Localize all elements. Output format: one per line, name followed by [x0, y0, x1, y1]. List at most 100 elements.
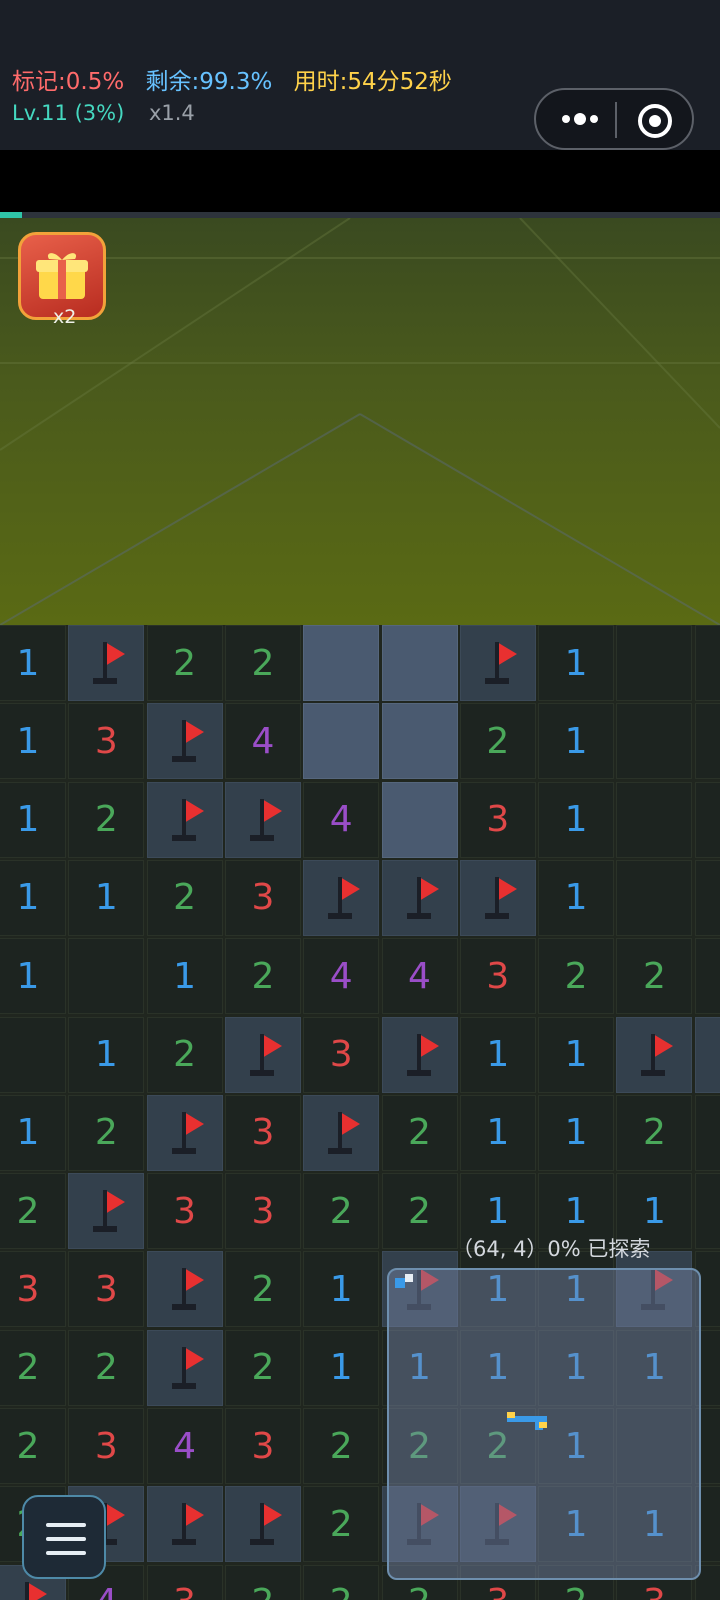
number-cell[interactable]: 3: [0, 1251, 66, 1328]
number-cell[interactable]: 3: [224, 1408, 301, 1484]
number-cell[interactable]: 1: [0, 781, 66, 858]
flagged-cell[interactable]: [303, 859, 380, 936]
hidden-cell[interactable]: [381, 625, 458, 701]
minimap[interactable]: [387, 1268, 701, 1580]
number-cell[interactable]: 2: [224, 1251, 301, 1328]
flagged-cell[interactable]: [146, 1251, 223, 1328]
number-cell[interactable]: 1: [303, 1329, 380, 1406]
number-cell[interactable]: 2: [381, 1094, 458, 1171]
number-cell[interactable]: 2: [224, 938, 301, 1015]
number-cell[interactable]: 2: [303, 1408, 380, 1484]
flagged-cell[interactable]: [381, 1016, 458, 1093]
number-cell[interactable]: 2: [616, 1094, 693, 1171]
number-cell[interactable]: 2: [616, 938, 693, 1015]
flagged-cell[interactable]: [224, 1486, 301, 1563]
empty-cell[interactable]: [694, 859, 720, 936]
number-cell[interactable]: 3: [146, 1173, 223, 1250]
number-cell[interactable]: 4: [381, 938, 458, 1015]
number-cell[interactable]: 1: [0, 703, 66, 780]
number-cell[interactable]: 2: [381, 1173, 458, 1250]
flagged-cell[interactable]: [694, 1016, 720, 1093]
number-cell[interactable]: 2: [68, 1329, 145, 1406]
empty-cell[interactable]: [694, 938, 720, 1015]
flagged-cell[interactable]: [146, 1329, 223, 1406]
empty-cell[interactable]: [616, 859, 693, 936]
flagged-cell[interactable]: [381, 859, 458, 936]
hidden-cell[interactable]: [381, 781, 458, 858]
number-cell[interactable]: 1: [538, 1094, 615, 1171]
menu-button[interactable]: [22, 1495, 106, 1579]
number-cell[interactable]: 1: [538, 625, 615, 701]
flagged-cell[interactable]: [303, 1094, 380, 1171]
empty-cell[interactable]: [616, 625, 693, 701]
number-cell[interactable]: 2: [0, 1329, 66, 1406]
number-cell[interactable]: 1: [0, 625, 66, 701]
hidden-cell[interactable]: [303, 703, 380, 780]
number-cell[interactable]: 1: [146, 938, 223, 1015]
flagged-cell[interactable]: [146, 1094, 223, 1171]
flagged-cell[interactable]: [146, 703, 223, 780]
number-cell[interactable]: 4: [303, 781, 380, 858]
empty-cell[interactable]: [616, 781, 693, 858]
number-cell[interactable]: 3: [68, 1251, 145, 1328]
flagged-cell[interactable]: [146, 1486, 223, 1563]
number-cell[interactable]: 1: [459, 1094, 536, 1171]
number-cell[interactable]: 3: [68, 1408, 145, 1484]
number-cell[interactable]: 3: [224, 1173, 301, 1250]
number-cell[interactable]: 1: [303, 1251, 380, 1328]
flagged-cell[interactable]: [616, 1016, 693, 1093]
empty-cell[interactable]: [616, 703, 693, 780]
number-cell[interactable]: 2: [224, 1329, 301, 1406]
number-cell[interactable]: 2: [459, 703, 536, 780]
number-cell[interactable]: 2: [68, 1094, 145, 1171]
number-cell[interactable]: 2: [146, 625, 223, 701]
number-cell[interactable]: 1: [538, 703, 615, 780]
empty-cell[interactable]: [694, 781, 720, 858]
flagged-cell[interactable]: [68, 1173, 145, 1250]
number-cell[interactable]: 4: [303, 938, 380, 1015]
hidden-cell[interactable]: [381, 703, 458, 780]
flagged-cell[interactable]: [68, 625, 145, 701]
number-cell[interactable]: 2: [303, 1564, 380, 1600]
more-dots-icon[interactable]: [556, 103, 604, 135]
target-icon[interactable]: [636, 102, 674, 140]
number-cell[interactable]: 2: [303, 1173, 380, 1250]
empty-cell[interactable]: [0, 1016, 66, 1093]
flagged-cell[interactable]: [459, 625, 536, 701]
number-cell[interactable]: 1: [68, 1016, 145, 1093]
number-cell[interactable]: 1: [538, 781, 615, 858]
empty-cell[interactable]: [694, 625, 720, 701]
number-cell[interactable]: 2: [68, 781, 145, 858]
number-cell[interactable]: 2: [224, 1564, 301, 1600]
empty-cell[interactable]: [694, 703, 720, 780]
number-cell[interactable]: 1: [0, 859, 66, 936]
number-cell[interactable]: 3: [224, 859, 301, 936]
number-cell[interactable]: 4: [224, 703, 301, 780]
empty-cell[interactable]: [694, 1094, 720, 1171]
number-cell[interactable]: 2: [0, 1408, 66, 1484]
number-cell[interactable]: 1: [459, 1016, 536, 1093]
number-cell[interactable]: 2: [0, 1173, 66, 1250]
number-cell[interactable]: 3: [459, 781, 536, 858]
number-cell[interactable]: 3: [303, 1016, 380, 1093]
number-cell[interactable]: 3: [459, 938, 536, 1015]
number-cell[interactable]: 3: [68, 703, 145, 780]
flagged-cell[interactable]: [224, 781, 301, 858]
number-cell[interactable]: 2: [303, 1486, 380, 1563]
empty-cell[interactable]: [68, 938, 145, 1015]
number-cell[interactable]: 4: [146, 1408, 223, 1484]
number-cell[interactable]: 1: [538, 1016, 615, 1093]
number-cell[interactable]: 2: [146, 1016, 223, 1093]
number-cell[interactable]: 2: [538, 938, 615, 1015]
number-cell[interactable]: 1: [68, 859, 145, 936]
flagged-cell[interactable]: [224, 1016, 301, 1093]
number-cell[interactable]: 1: [0, 1094, 66, 1171]
flagged-cell[interactable]: [459, 859, 536, 936]
number-cell[interactable]: 3: [146, 1564, 223, 1600]
number-cell[interactable]: 3: [224, 1094, 301, 1171]
hidden-cell[interactable]: [303, 625, 380, 701]
number-cell[interactable]: 1: [538, 859, 615, 936]
flagged-cell[interactable]: [146, 781, 223, 858]
number-cell[interactable]: 1: [0, 938, 66, 1015]
empty-cell[interactable]: [694, 1173, 720, 1250]
